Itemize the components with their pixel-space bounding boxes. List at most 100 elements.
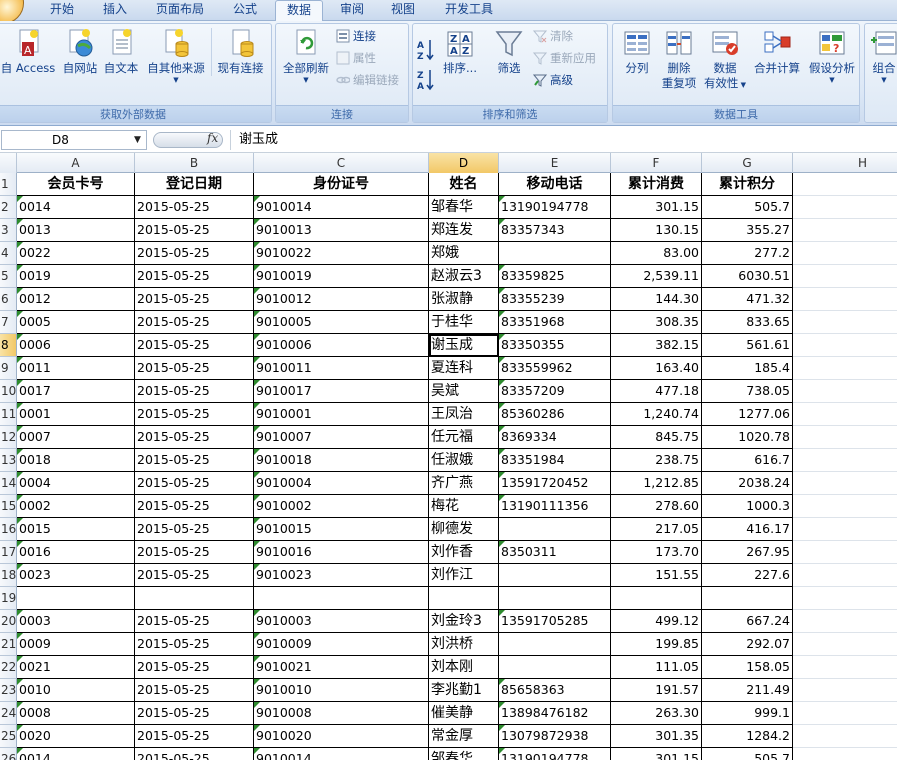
cell-e[interactable]	[499, 633, 611, 656]
cell-g[interactable]: 158.05	[702, 656, 793, 679]
cell-h[interactable]	[793, 610, 897, 633]
cell-f[interactable]: 144.30	[611, 288, 702, 311]
cell-c[interactable]: 9010020	[254, 725, 429, 748]
cell-d[interactable]: 梅花	[429, 495, 499, 518]
sort-descending-button[interactable]: ZA	[417, 68, 438, 96]
row-header[interactable]: 1	[0, 173, 17, 196]
cell-b[interactable]: 2015-05-25	[135, 357, 254, 380]
cell-d[interactable]: 郑连发	[429, 219, 499, 242]
tab-developer[interactable]: 开发工具	[434, 0, 504, 21]
cell-f[interactable]: 382.15	[611, 334, 702, 357]
cell-e[interactable]	[499, 564, 611, 587]
cell-a[interactable]: 0017	[17, 380, 135, 403]
cell-c[interactable]: 9010019	[254, 265, 429, 288]
cell-f[interactable]: 173.70	[611, 541, 702, 564]
tab-review[interactable]: 审阅	[330, 0, 374, 21]
cell-e[interactable]: 13190111356	[499, 495, 611, 518]
row-header[interactable]: 16	[0, 518, 17, 541]
cell-a[interactable]: 0002	[17, 495, 135, 518]
cell-h[interactable]	[793, 518, 897, 541]
cell-c[interactable]: 9010014	[254, 196, 429, 219]
cell-c[interactable]: 9010007	[254, 426, 429, 449]
cell-b[interactable]: 2015-05-25	[135, 725, 254, 748]
cell-b[interactable]: 2015-05-25	[135, 403, 254, 426]
cell-a[interactable]: 0011	[17, 357, 135, 380]
column-header-e[interactable]: E	[499, 153, 611, 173]
cell-c[interactable]: 9010012	[254, 288, 429, 311]
cell-f[interactable]: 199.85	[611, 633, 702, 656]
cell-g[interactable]: 355.27	[702, 219, 793, 242]
cell-d[interactable]: 邹春华	[429, 196, 499, 219]
row-header[interactable]: 12	[0, 426, 17, 449]
cell-h[interactable]	[793, 288, 897, 311]
cell-c[interactable]: 9010014	[254, 748, 429, 760]
cell-e[interactable]: 833559962	[499, 357, 611, 380]
cell-g[interactable]: 505.7	[702, 748, 793, 760]
cell-b[interactable]: 2015-05-25	[135, 265, 254, 288]
group-button[interactable]: 组合 ▼	[867, 28, 897, 84]
cell-a[interactable]: 0015	[17, 518, 135, 541]
column-header-c[interactable]: C	[254, 153, 429, 173]
column-title-cell[interactable]: 移动电话	[499, 173, 611, 196]
cell-e[interactable]: 8369334	[499, 426, 611, 449]
from-web-button[interactable]: 自网站	[59, 28, 101, 76]
edit-links-button[interactable]: 编辑链接	[336, 70, 399, 90]
cell-e[interactable]: 13591720452	[499, 472, 611, 495]
row-header[interactable]: 24	[0, 702, 17, 725]
cell-b[interactable]: 2015-05-25	[135, 472, 254, 495]
cell-h[interactable]	[793, 196, 897, 219]
cell-d[interactable]: 任元福	[429, 426, 499, 449]
cell-d[interactable]: 催美静	[429, 702, 499, 725]
text-to-columns-button[interactable]: 分列	[617, 28, 657, 76]
cell-f[interactable]: 1,212.85	[611, 472, 702, 495]
cell-a[interactable]: 0014	[17, 748, 135, 760]
cell-b[interactable]: 2015-05-25	[135, 426, 254, 449]
column-header-d[interactable]: D	[429, 153, 499, 173]
cell-h[interactable]	[793, 472, 897, 495]
cell-d[interactable]: 赵淑云3	[429, 265, 499, 288]
cell-d[interactable]: 夏连科	[429, 357, 499, 380]
remove-duplicates-button[interactable]: 删除 重复项	[657, 28, 701, 91]
cell-f[interactable]: 477.18	[611, 380, 702, 403]
row-header[interactable]: 2	[0, 196, 17, 219]
cell-h[interactable]	[793, 449, 897, 472]
cell-h[interactable]	[793, 679, 897, 702]
cell-b[interactable]: 2015-05-25	[135, 334, 254, 357]
cell-f[interactable]: 151.55	[611, 564, 702, 587]
cell-g[interactable]: 833.65	[702, 311, 793, 334]
cell-g[interactable]: 277.2	[702, 242, 793, 265]
row-header[interactable]: 17	[0, 541, 17, 564]
cell-h[interactable]	[793, 633, 897, 656]
cell-c[interactable]: 9010017	[254, 380, 429, 403]
column-title-cell[interactable]: 身份证号	[254, 173, 429, 196]
cell-e[interactable]: 13190194778	[499, 196, 611, 219]
cell-c[interactable]: 9010022	[254, 242, 429, 265]
column-title-cell[interactable]: 姓名	[429, 173, 499, 196]
cell-a[interactable]: 0004	[17, 472, 135, 495]
cell-b[interactable]: 2015-05-25	[135, 679, 254, 702]
data-validation-button[interactable]: 数据 有效性 ▼	[701, 28, 749, 93]
name-box-dropdown-icon[interactable]: ▼	[134, 135, 141, 145]
cell-a[interactable]: 0010	[17, 679, 135, 702]
cell-b[interactable]: 2015-05-25	[135, 495, 254, 518]
cell-a[interactable]: 0001	[17, 403, 135, 426]
cell-b[interactable]: 2015-05-25	[135, 656, 254, 679]
cell-h[interactable]	[793, 219, 897, 242]
cell-c[interactable]: 9010002	[254, 495, 429, 518]
cell-a[interactable]: 0006	[17, 334, 135, 357]
cell-g[interactable]: 505.7	[702, 196, 793, 219]
sort-ascending-button[interactable]: AZ	[417, 38, 438, 66]
cell-b[interactable]: 2015-05-25	[135, 564, 254, 587]
cell-c[interactable]: 9010003	[254, 610, 429, 633]
cell-d[interactable]: 谢玉成	[429, 334, 499, 357]
cell-h[interactable]	[793, 587, 897, 610]
cell-c[interactable]: 9010010	[254, 679, 429, 702]
advanced-filter-button[interactable]: 高级	[532, 70, 573, 90]
cell-d[interactable]	[429, 587, 499, 610]
cell-e[interactable]: 83350355	[499, 334, 611, 357]
row-header[interactable]: 6	[0, 288, 17, 311]
cell-h[interactable]	[793, 242, 897, 265]
cell-b[interactable]: 2015-05-25	[135, 518, 254, 541]
cell-e[interactable]	[499, 656, 611, 679]
cell-g[interactable]: 1020.78	[702, 426, 793, 449]
